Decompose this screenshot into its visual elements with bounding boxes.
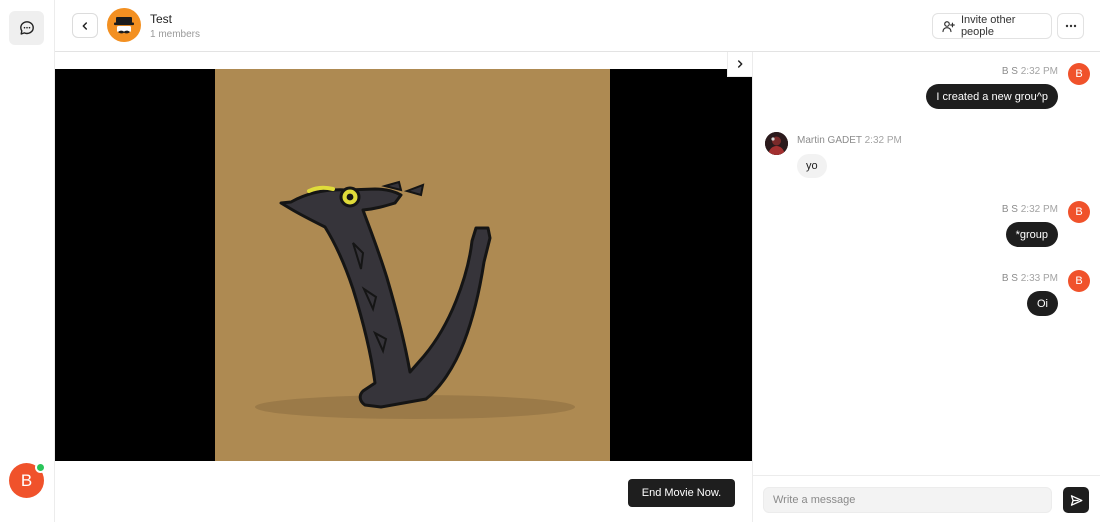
chat-panel: B S 2:32 PM B I created a new grou^p Mar… — [752, 52, 1100, 522]
chevron-right-icon — [737, 60, 743, 68]
invite-people-button[interactable]: Invite other people — [932, 13, 1052, 39]
video-frame-image — [55, 69, 752, 461]
chevron-left-icon — [82, 21, 88, 30]
group-name: Test — [150, 12, 173, 26]
more-options-button[interactable] — [1057, 13, 1084, 39]
online-status-dot — [35, 462, 46, 473]
ellipsis-icon — [1065, 24, 1076, 28]
message-input[interactable] — [763, 487, 1052, 513]
message-time: 2:33 PM — [1020, 273, 1058, 284]
message-meta: B S 2:33 PM — [1002, 273, 1058, 284]
watch-party-app: B Test 1 members Invite other people End… — [0, 0, 1100, 522]
message-bubble: yo — [797, 154, 827, 178]
message-bubble: *group — [1005, 222, 1058, 247]
back-button[interactable] — [72, 13, 98, 38]
message-time: 2:32 PM — [864, 135, 902, 146]
chat-bubble-icon — [19, 21, 34, 35]
send-icon — [1070, 494, 1082, 506]
message-bubble: I created a new grou^p — [926, 84, 1058, 109]
send-button[interactable] — [1063, 487, 1089, 513]
user-avatar-initial: B — [20, 470, 33, 490]
message-meta: B S 2:32 PM — [1002, 204, 1058, 215]
martin-avatar-image — [765, 132, 788, 155]
composer-divider — [752, 475, 1100, 476]
member-count: 1 members — [150, 29, 201, 40]
chat-nav-button[interactable] — [9, 11, 44, 45]
group-avatar — [107, 8, 141, 42]
message-sender: B S — [1001, 66, 1018, 77]
sender-avatar[interactable] — [765, 132, 788, 155]
collapse-chat-button[interactable] — [727, 52, 752, 77]
sender-avatar[interactable]: B — [1068, 270, 1090, 292]
end-movie-button[interactable]: End Movie Now. — [628, 479, 735, 507]
sender-avatar[interactable]: B — [1068, 201, 1090, 223]
message-sender: B S — [1001, 204, 1018, 215]
hat-mustache-icon — [114, 17, 134, 34]
invite-people-label: Invite other people — [960, 14, 1016, 38]
message-time: 2:32 PM — [1020, 66, 1058, 77]
message-bubble: Oi — [1027, 291, 1058, 316]
left-rail: B — [0, 0, 55, 522]
add-user-icon — [942, 20, 955, 32]
message-sender: B S — [1001, 273, 1018, 284]
movie-player[interactable] — [55, 69, 752, 461]
message-meta: B S 2:32 PM — [1002, 66, 1058, 77]
message-meta: Martin GADET 2:32 PM — [797, 135, 902, 146]
sender-avatar[interactable]: B — [1068, 63, 1090, 85]
message-time: 2:32 PM — [1020, 204, 1058, 215]
user-avatar[interactable]: B — [9, 462, 46, 498]
message-sender: Martin GADET — [797, 135, 862, 146]
conversation-header: Test 1 members Invite other people — [55, 0, 1100, 52]
